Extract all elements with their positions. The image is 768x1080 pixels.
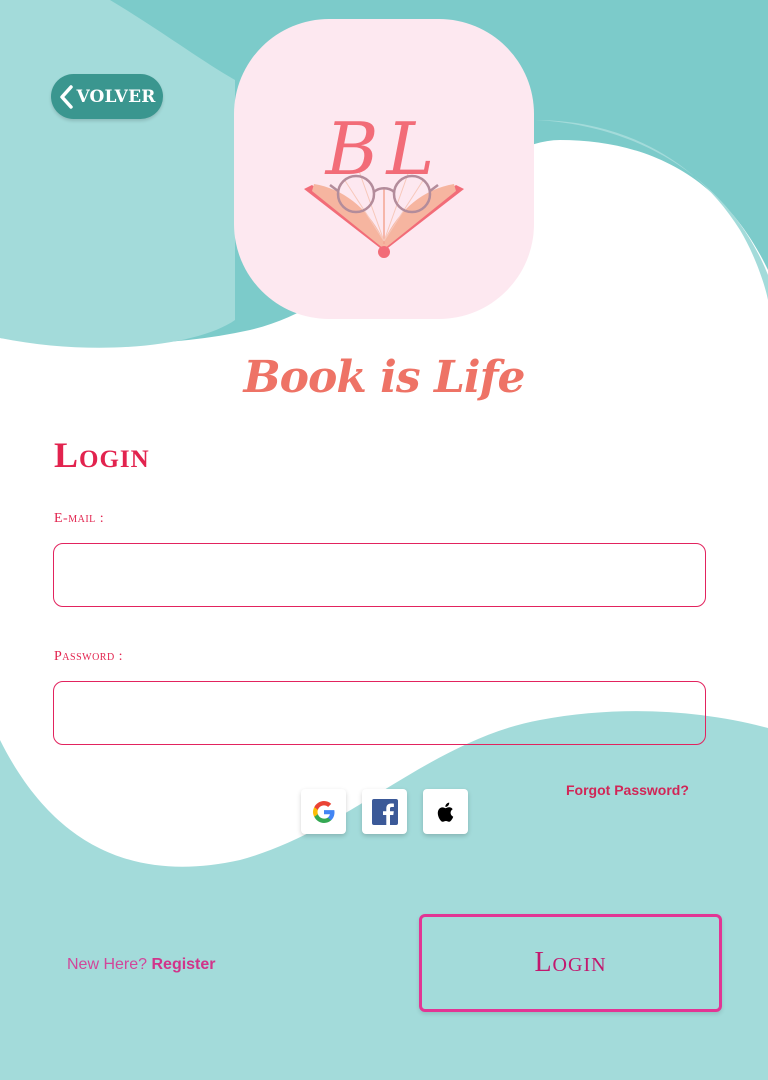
register-prompt: New Here? Register	[67, 956, 216, 974]
password-label: Password :	[54, 649, 124, 664]
logo-initials: BL	[325, 107, 443, 191]
apple-icon	[437, 802, 453, 822]
forgot-password-link[interactable]: Forgot Password?	[566, 782, 689, 798]
google-login-button[interactable]	[301, 789, 346, 834]
register-link[interactable]: Register	[151, 956, 215, 973]
email-label: E-mail :	[54, 511, 105, 526]
back-button-label: VOLVER	[76, 86, 156, 107]
email-field[interactable]	[53, 543, 706, 607]
facebook-login-button[interactable]	[362, 789, 407, 834]
chevron-left-icon	[58, 84, 74, 109]
brand-name: Book is Life	[243, 352, 525, 403]
app-logo: BL	[234, 19, 534, 319]
facebook-icon	[371, 798, 398, 825]
login-button[interactable]: Login	[419, 914, 722, 1012]
new-here-text: New Here?	[67, 956, 148, 973]
login-button-label: Login	[534, 947, 607, 978]
google-icon	[312, 800, 334, 823]
back-button[interactable]: VOLVER	[51, 74, 163, 119]
password-field[interactable]	[53, 681, 706, 745]
page-title: Login	[54, 435, 150, 475]
apple-login-button[interactable]	[423, 789, 468, 834]
